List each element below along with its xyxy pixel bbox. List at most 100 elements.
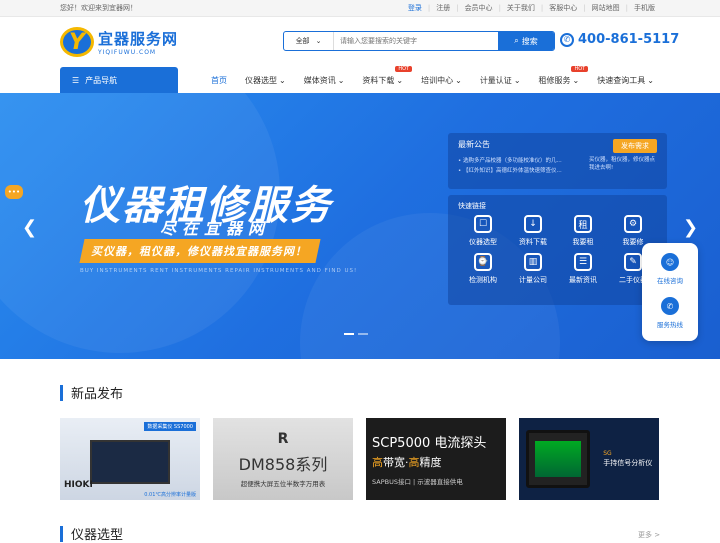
- nav-item-label: 媒体资讯: [303, 75, 336, 85]
- quick-link-label: 资料下载: [519, 238, 547, 246]
- product-image: [525, 430, 590, 488]
- product-brand: HIOKI: [64, 480, 93, 490]
- nav-items: 首页 仪器选型 ⌄ 媒体资讯 ⌄ 资料下载 ⌄ HOT 培训中心 ⌄ 计量认证 ⌄ 租修服务…: [202, 65, 663, 93]
- search-icon: ⌕: [514, 36, 519, 45]
- section-accent-bar: [60, 384, 63, 401]
- about-link[interactable]: 关于我们: [502, 3, 540, 13]
- nav-item-label: 资料下载: [362, 75, 395, 85]
- product-card[interactable]: SG 手持信号分析仪: [519, 418, 659, 500]
- member-center-link[interactable]: 会员中心: [460, 3, 498, 13]
- product-card[interactable]: R DM858系列 超便携大屏五位半数字万用表: [213, 418, 353, 500]
- section-accent-bar: [60, 525, 63, 542]
- product-card[interactable]: 数据采集仪 SS7000 HIOKI 0.01℃高分辨率计量版: [60, 418, 200, 500]
- chevron-down-icon: ⌄: [647, 75, 654, 85]
- top-links: 登录 | 注册 | 会员中心 | 关于我们 | 客服中心 | 网站地图 | 手机…: [403, 3, 660, 13]
- product-nav-button[interactable]: ☰ 产品导航: [60, 67, 178, 93]
- search-category-label: 全部: [295, 37, 310, 45]
- building-icon: ▥: [524, 253, 542, 271]
- product-highlight: 高带宽·高精度: [372, 456, 442, 469]
- chevron-down-icon: ⌄: [279, 75, 286, 85]
- nav-item-selection[interactable]: 仪器选型 ⌄: [236, 75, 295, 86]
- product-subtitle: SAPBUS接口 | 示波器直接供电: [372, 478, 463, 486]
- register-link[interactable]: 注册: [431, 3, 455, 13]
- chat-bubble-icon[interactable]: •••: [5, 185, 23, 199]
- search-category-select[interactable]: 全部 ⌄: [284, 32, 334, 50]
- publish-demand-button[interactable]: 发布需求: [613, 139, 657, 153]
- nav-item-label: 租修服务: [538, 75, 571, 85]
- product-image: [90, 440, 170, 484]
- new-products-list: 数据采集仪 SS7000 HIOKI 0.01℃高分辨率计量版 R DM858系…: [60, 418, 659, 500]
- notice-item-text: 【红外知识】高德红外体温快速筛查仪...: [463, 168, 562, 174]
- nav-item-metrology[interactable]: 计量认证 ⌄: [471, 75, 530, 86]
- quick-link-rent[interactable]: 租我要租: [558, 215, 608, 247]
- quick-links-panel: 快速链接 ☐ 仪器选型 ↓ 资料下载 租我要租 ⚙ 我要修 ⌚ 检测机构 ▥ 计量公司 ☰…: [448, 195, 667, 305]
- hotline-icon[interactable]: ✆: [661, 297, 679, 315]
- nav-item-downloads[interactable]: 资料下载 ⌄ HOT: [353, 65, 413, 86]
- chevron-down-icon: ⌄: [572, 75, 580, 85]
- header: Y 宜器服务网 YIQIFUWU.COM 全部 ⌄ ⌕搜索 ✆ 400-861-5…: [0, 17, 720, 67]
- nav-item-label: 首页: [211, 75, 227, 85]
- notice-item-text: 选购多产品校器（多功能校准仪）的几...: [463, 158, 562, 164]
- chevron-down-icon: ⌄: [513, 75, 521, 85]
- nav-item-label: 计量认证: [479, 75, 512, 85]
- search-input[interactable]: [334, 32, 498, 50]
- nav-item-training[interactable]: 培训中心 ⌄: [412, 75, 471, 86]
- hot-badge: HOT: [571, 65, 589, 72]
- sitemap-link[interactable]: 网站地图: [587, 3, 625, 13]
- quick-link-testing[interactable]: ⌚ 检测机构: [458, 253, 508, 285]
- next-arrow-icon[interactable]: ❯: [683, 217, 698, 238]
- quick-link-metrology[interactable]: ▥ 计量公司: [508, 253, 558, 285]
- document-icon: ☰: [574, 253, 592, 271]
- chevron-down-icon: ⌄: [396, 75, 404, 85]
- search-bar: 全部 ⌄ ⌕搜索: [283, 31, 555, 51]
- logo-icon: Y: [60, 27, 94, 57]
- nav-item-quick-tools[interactable]: 快速查询工具 ⌄: [588, 75, 663, 86]
- quick-link-label: 我要租: [572, 238, 594, 246]
- product-caption: 0.01℃高分辨率计量版: [144, 492, 196, 498]
- quick-link-selection[interactable]: ☐ 仪器选型: [458, 215, 508, 247]
- logo-en: YIQIFUWU.COM: [98, 49, 157, 56]
- online-consult-label[interactable]: 在线咨询: [657, 275, 683, 285]
- carousel-dot[interactable]: [344, 333, 354, 335]
- section-title: 仪器选型: [71, 528, 124, 543]
- brand-logo: R: [277, 430, 289, 447]
- logo-cn: 宜器服务网: [98, 30, 179, 48]
- product-text: SG 手持信号分析仪: [603, 449, 652, 470]
- product-nav-label: 产品导航: [85, 75, 118, 85]
- notice-panel: 最新公告 • 选购多产品校器（多功能校准仪）的几... • 【红外知识】高德红外…: [448, 133, 667, 189]
- nav-item-media[interactable]: 媒体资讯 ⌄: [295, 75, 354, 86]
- hotline-number: 400-861-5117: [578, 32, 680, 47]
- service-center-link[interactable]: 客服中心: [544, 3, 582, 13]
- main-nav: ☰ 产品导航 首页 仪器选型 ⌄ 媒体资讯 ⌄ 资料下载 ⌄ HOT 培训中心 ⌄ 计量认证…: [0, 65, 720, 93]
- carousel-dot[interactable]: [358, 333, 368, 335]
- nav-item-rental-repair[interactable]: 租修服务 ⌄ HOT: [530, 65, 589, 86]
- hotline-label[interactable]: 服务热线: [657, 319, 683, 329]
- more-link[interactable]: 更多 >: [638, 530, 660, 540]
- quick-link-news[interactable]: ☰ 最新资讯: [558, 253, 608, 285]
- section-heading: 仪器选型: [60, 524, 123, 543]
- carousel-dots: [344, 333, 368, 335]
- rent-icon: 租: [574, 215, 592, 233]
- quick-links-title: 快速链接: [458, 202, 486, 210]
- gauge-icon: ⌚: [474, 253, 492, 271]
- menu-icon: ☰: [72, 75, 80, 85]
- nav-item-home[interactable]: 首页: [202, 75, 236, 86]
- product-title: DM858系列: [238, 454, 328, 474]
- login-link[interactable]: 登录: [403, 3, 427, 13]
- product-card[interactable]: SCP5000 电流探头 高带宽·高精度 SAPBUS接口 | 示波器直接供电: [366, 418, 506, 500]
- product-label: 数据采集仪 SS7000: [144, 422, 196, 431]
- quick-link-label: 最新资讯: [569, 276, 597, 284]
- search-button[interactable]: ⌕ 搜索: [498, 32, 554, 50]
- online-consult-icon[interactable]: ☺: [661, 253, 679, 271]
- site-logo[interactable]: Y 宜器服务网 YIQIFUWU.COM: [60, 27, 280, 57]
- hero-banner[interactable]: 仪器租修服务 尽在宜器网 买仪器，租仪器，修仪器找宜器服务网！ BUY INST…: [0, 93, 720, 359]
- quick-link-download[interactable]: ↓ 资料下载: [508, 215, 558, 247]
- phone-icon: ✆: [560, 32, 574, 47]
- hotline: ✆ 400-861-5117: [560, 32, 679, 47]
- mobile-link[interactable]: 手机版: [629, 3, 660, 13]
- prev-arrow-icon[interactable]: ❮: [22, 217, 37, 238]
- floating-service-panel: ☺ 在线咨询 ✆ 服务热线: [642, 243, 698, 341]
- quick-link-label: 仪器选型: [469, 238, 497, 246]
- nav-item-label: 培训中心: [421, 75, 454, 85]
- chevron-down-icon: ⌄: [455, 75, 462, 85]
